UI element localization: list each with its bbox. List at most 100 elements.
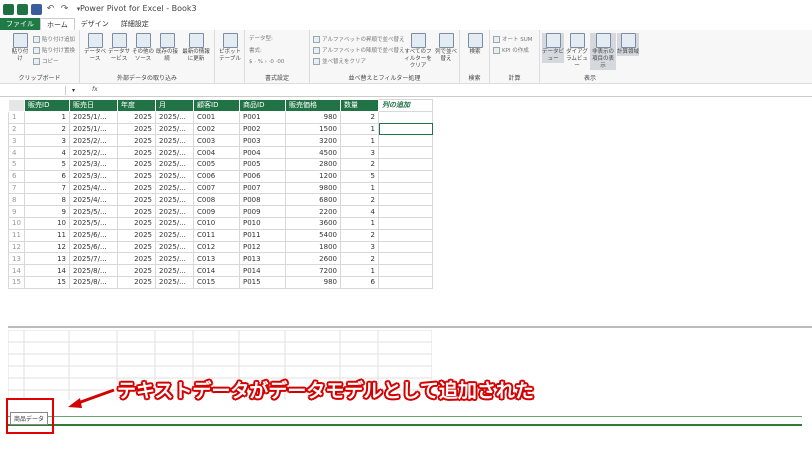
table-cell[interactable]: P005 bbox=[239, 157, 286, 171]
row-number[interactable]: 9 bbox=[8, 205, 25, 218]
table-cell[interactable]: 2025 bbox=[117, 169, 156, 183]
table-cell[interactable]: 2025/8/... bbox=[69, 275, 118, 289]
table-cell[interactable]: 1 bbox=[340, 122, 379, 136]
table-cell[interactable]: P010 bbox=[239, 216, 286, 230]
table-cell[interactable]: 2800 bbox=[285, 157, 341, 171]
table-cell[interactable]: 1800 bbox=[285, 240, 341, 254]
table-cell[interactable]: 13 bbox=[24, 252, 70, 266]
format-dropdown[interactable]: 書式: bbox=[249, 46, 262, 54]
table-cell[interactable]: 2025/... bbox=[155, 205, 194, 218]
table-cell[interactable]: C004 bbox=[193, 146, 240, 159]
table-cell[interactable]: C013 bbox=[193, 252, 240, 266]
table-cell[interactable]: 2 bbox=[340, 157, 379, 171]
table-cell[interactable]: 2025/4/... bbox=[69, 193, 118, 207]
table-cell[interactable]: 1500 bbox=[285, 122, 341, 136]
table-cell[interactable]: C006 bbox=[193, 169, 240, 183]
table-cell[interactable]: P011 bbox=[239, 228, 286, 242]
table-cell[interactable]: C014 bbox=[193, 264, 240, 277]
table-cell[interactable]: 1 bbox=[24, 110, 70, 124]
table-cell[interactable]: 2025/3/... bbox=[69, 169, 118, 183]
table-cell[interactable]: 2025/... bbox=[155, 134, 194, 148]
table-cell[interactable]: 5 bbox=[24, 157, 70, 171]
row-number[interactable]: 6 bbox=[8, 169, 25, 183]
data-type-dropdown[interactable]: データ型: bbox=[249, 34, 273, 42]
table-cell[interactable]: 2025/... bbox=[155, 216, 194, 230]
add-column-cell[interactable] bbox=[378, 134, 433, 148]
table-cell[interactable]: 2025/... bbox=[155, 146, 194, 159]
row-number[interactable]: 5 bbox=[8, 157, 25, 171]
from-service-button[interactable]: データサービス bbox=[108, 33, 130, 63]
row-number[interactable]: 1 bbox=[8, 110, 25, 124]
table-cell[interactable]: 2600 bbox=[285, 252, 341, 266]
table-cell[interactable]: 2025 bbox=[117, 205, 156, 218]
table-cell[interactable]: 4 bbox=[340, 205, 379, 218]
table-cell[interactable]: P004 bbox=[239, 146, 286, 159]
table-cell[interactable]: 2025/... bbox=[155, 275, 194, 289]
column-header[interactable]: 販売ID bbox=[24, 99, 70, 112]
table-cell[interactable]: C001 bbox=[193, 110, 240, 124]
column-header[interactable]: 販売価格 bbox=[285, 99, 341, 112]
add-column-cell[interactable] bbox=[378, 181, 433, 195]
table-cell[interactable]: 2025/... bbox=[155, 169, 194, 183]
save-icon[interactable] bbox=[31, 3, 42, 15]
table-cell[interactable]: 5400 bbox=[285, 228, 341, 242]
clear-sort-button[interactable]: 並べ替えをクリア bbox=[313, 57, 366, 65]
row-number[interactable]: 15 bbox=[8, 275, 25, 289]
create-kpi-button[interactable]: KPI の作成 bbox=[493, 46, 529, 54]
tab-home[interactable]: ホーム bbox=[40, 18, 75, 30]
row-number[interactable]: 14 bbox=[8, 264, 25, 277]
table-cell[interactable]: 8 bbox=[24, 193, 70, 207]
add-column-cell[interactable] bbox=[378, 122, 433, 136]
existing-connections-button[interactable]: 既存の接続 bbox=[156, 33, 178, 63]
table-cell[interactable]: 2025/5/... bbox=[69, 216, 118, 230]
table-cell[interactable]: 4500 bbox=[285, 146, 341, 159]
table-cell[interactable]: C015 bbox=[193, 275, 240, 289]
table-cell[interactable]: 2025 bbox=[117, 134, 156, 148]
table-cell[interactable]: 11 bbox=[24, 228, 70, 242]
table-cell[interactable]: 2025 bbox=[117, 146, 156, 159]
table-cell[interactable]: P012 bbox=[239, 240, 286, 254]
table-cell[interactable]: 2 bbox=[340, 193, 379, 207]
table-cell[interactable]: 2025/6/... bbox=[69, 240, 118, 254]
table-cell[interactable]: 3 bbox=[340, 240, 379, 254]
table-cell[interactable]: 2025/... bbox=[155, 252, 194, 266]
number-format-buttons[interactable]: $ · % › ·0 ·00 bbox=[249, 59, 284, 65]
table-cell[interactable]: C009 bbox=[193, 205, 240, 218]
table-cell[interactable]: 9800 bbox=[285, 181, 341, 195]
column-header[interactable]: 顧客ID bbox=[193, 99, 240, 112]
add-column-cell[interactable] bbox=[378, 146, 433, 159]
table-cell[interactable]: 2025/... bbox=[155, 122, 194, 136]
table-cell[interactable]: 2025 bbox=[117, 193, 156, 207]
add-column-cell[interactable] bbox=[378, 228, 433, 242]
copy-button[interactable]: コピー bbox=[33, 57, 59, 65]
table-cell[interactable]: 2200 bbox=[285, 205, 341, 218]
table-cell[interactable]: C007 bbox=[193, 181, 240, 195]
tab-advanced[interactable]: 詳細設定 bbox=[115, 18, 155, 30]
table-cell[interactable]: P008 bbox=[239, 193, 286, 207]
sort-by-column-button[interactable]: 列で並べ替え bbox=[435, 33, 457, 63]
table-cell[interactable]: 10 bbox=[24, 216, 70, 230]
table-cell[interactable]: 980 bbox=[285, 110, 341, 124]
table-cell[interactable]: C008 bbox=[193, 193, 240, 207]
table-cell[interactable]: 12 bbox=[24, 240, 70, 254]
paste-button[interactable]: 貼り付け bbox=[10, 33, 30, 63]
clear-filter-button[interactable]: すべてのフィルターをクリア bbox=[403, 33, 433, 70]
table-cell[interactable]: 2025 bbox=[117, 228, 156, 242]
table-cell[interactable]: 7 bbox=[24, 181, 70, 195]
add-column-header[interactable]: 列の追加 bbox=[378, 99, 433, 112]
table-cell[interactable]: P014 bbox=[239, 264, 286, 277]
select-all-corner[interactable] bbox=[8, 99, 25, 112]
table-cell[interactable]: 3 bbox=[340, 146, 379, 159]
add-column-cell[interactable] bbox=[378, 110, 433, 124]
table-cell[interactable]: 3 bbox=[24, 134, 70, 148]
table-cell[interactable]: P015 bbox=[239, 275, 286, 289]
table-cell[interactable]: 2 bbox=[340, 110, 379, 124]
from-database-button[interactable]: データベース bbox=[84, 33, 106, 63]
table-cell[interactable]: C002 bbox=[193, 122, 240, 136]
table-cell[interactable]: 15 bbox=[24, 275, 70, 289]
add-column-cell[interactable] bbox=[378, 205, 433, 218]
table-cell[interactable]: 2025/7/... bbox=[69, 252, 118, 266]
table-cell[interactable]: 6 bbox=[24, 169, 70, 183]
add-column-cell[interactable] bbox=[378, 193, 433, 207]
table-cell[interactable]: 2025/3/... bbox=[69, 157, 118, 171]
